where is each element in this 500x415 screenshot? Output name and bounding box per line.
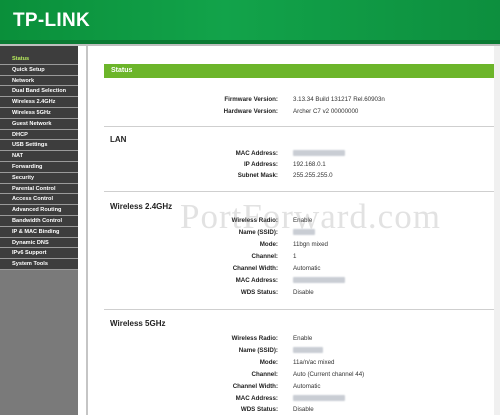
sidebar-item-wireless-2-4ghz[interactable]: Wireless 2.4GHz [0, 97, 78, 108]
redacted-ssid [293, 229, 315, 236]
w5-ssid-label: Name (SSID): [238, 347, 278, 354]
sidebar-item-nat[interactable]: NAT [0, 151, 78, 162]
w5-radio-value: Enable [293, 335, 313, 342]
w24-mac-label: MAC Address: [235, 277, 278, 284]
section-separator [104, 309, 496, 310]
w24-mode-row: Mode: 11bgn mixed [88, 241, 500, 250]
sidebar-item-security[interactable]: Security [0, 172, 78, 184]
lan-ip-row: IP Address: 192.168.0.1 [88, 161, 500, 170]
w24-mac-value [293, 277, 345, 284]
firmware-row: Firmware Version: 3.13.34 Build 131217 R… [88, 96, 500, 105]
sidebar-item-dynamic-dns[interactable]: Dynamic DNS [0, 237, 78, 249]
w24-wds-row: WDS Status: Disable [88, 289, 500, 298]
w5-mac-label: MAC Address: [235, 395, 278, 402]
w5-channel-row: Channel: Auto (Current channel 44) [88, 371, 500, 380]
w5-ssid-row: Name (SSID): [88, 347, 500, 356]
lan-subnet-label: Subnet Mask: [237, 172, 278, 179]
status-title-bar: Status [104, 64, 496, 78]
sidebar-item-access-control[interactable]: Access Control [0, 194, 78, 206]
w5-radio-row: Wireless Radio: Enable [88, 335, 500, 344]
w24-mode-label: Mode: [259, 241, 278, 248]
w24-channel-label: Channel: [251, 253, 278, 260]
firmware-label: Firmware Version: [224, 96, 278, 103]
w24-radio-label: Wireless Radio: [231, 217, 278, 224]
sidebar-item-guest-network[interactable]: Guest Network [0, 118, 78, 130]
sidebar-item-usb-settings[interactable]: USB Settings [0, 140, 78, 152]
sidebar-item-bandwidth-control[interactable]: Bandwidth Control [0, 215, 78, 227]
w5-mac-value [293, 395, 345, 402]
lan-ip-value: 192.168.0.1 [293, 161, 326, 168]
w5-wds-label: WDS Status: [240, 406, 278, 413]
w24-ssid-value [293, 229, 315, 236]
w24-wds-value: Disable [293, 289, 314, 296]
redacted-ssid [293, 347, 323, 354]
w5-mode-label: Mode: [259, 359, 278, 366]
status-title: Status [111, 67, 133, 74]
lan-mac-value [293, 150, 345, 157]
sidebar-item-network[interactable]: Network [0, 75, 78, 87]
w24-ssid-label: Name (SSID): [238, 229, 278, 236]
w5-mac-row: MAC Address: [88, 395, 500, 404]
w24-radio-row: Wireless Radio: Enable [88, 217, 500, 226]
lan-subnet-value: 255.255.255.0 [293, 172, 333, 179]
sidebar-item-dual-band-selection[interactable]: Dual Band Selection [0, 86, 78, 98]
sidebar-item-ip-mac-binding[interactable]: IP & MAC Binding [0, 226, 78, 238]
w5-mode-row: Mode: 11a/n/ac mixed [88, 359, 500, 368]
sidebar-item-wireless-5ghz[interactable]: Wireless 5GHz [0, 107, 78, 119]
redacted-mac-address [293, 277, 345, 284]
w24-width-label: Channel Width: [232, 265, 278, 272]
hardware-row: Hardware Version: Archer C7 v2 00000000 [88, 108, 500, 117]
w24-width-row: Channel Width: Automatic [88, 265, 500, 274]
scrollbar[interactable] [494, 46, 500, 415]
w24-mode-value: 11bgn mixed [293, 241, 328, 248]
sidebar-item-forwarding[interactable]: Forwarding [0, 161, 78, 173]
lan-ip-label: IP Address: [243, 161, 278, 168]
w5-wds-row: WDS Status: Disable [88, 406, 500, 415]
lan-subnet-row: Subnet Mask: 255.255.255.0 [88, 172, 500, 181]
hardware-label: Hardware Version: [223, 108, 278, 115]
w24-wds-label: WDS Status: [240, 289, 278, 296]
w5-channel-label: Channel: [251, 371, 278, 378]
firmware-value: 3.13.34 Build 131217 Rel.60903n [293, 96, 385, 103]
sidebar-item-system-tools[interactable]: System Tools [0, 259, 78, 270]
w5-width-label: Channel Width: [232, 383, 278, 390]
lan-mac-row: MAC Address: [88, 150, 500, 159]
w5-radio-label: Wireless Radio: [231, 335, 278, 342]
w24-radio-value: Enable [293, 217, 313, 224]
header-banner: TP-LINK [0, 0, 500, 44]
sidebar-item-quick-setup[interactable]: Quick Setup [0, 64, 78, 76]
w24-mac-row: MAC Address: [88, 277, 500, 286]
w5-width-row: Channel Width: Automatic [88, 383, 500, 392]
sidebar-spacer [0, 46, 78, 54]
sidebar-menu: Status Quick Setup Network Dual Band Select… [0, 46, 78, 270]
w24-ssid-row: Name (SSID): [88, 229, 500, 238]
hardware-value: Archer C7 v2 00000000 [293, 108, 359, 115]
sidebar: Status Quick Setup Network Dual Band Select… [0, 46, 78, 415]
sidebar-item-ipv6-support[interactable]: IPv6 Support [0, 248, 78, 260]
w24-channel-value: 1 [293, 253, 297, 260]
brand-logo: TP-LINK [13, 10, 91, 31]
section-separator [104, 191, 496, 192]
sidebar-item-status[interactable]: Status [0, 54, 78, 65]
lan-title: LAN [110, 135, 127, 144]
wireless5-title: Wireless 5GHz [110, 319, 166, 328]
w5-ssid-value [293, 347, 323, 354]
redacted-mac-address [293, 395, 345, 402]
sidebar-item-advanced-routing[interactable]: Advanced Routing [0, 205, 78, 216]
main-content: Status Firmware Version: 3.13.34 Build 1… [88, 46, 500, 415]
wireless24-title: Wireless 2.4GHz [110, 202, 173, 211]
sidebar-item-parental-control[interactable]: Parental Control [0, 183, 78, 195]
section-separator [104, 126, 496, 127]
w5-channel-value: Auto (Current channel 44) [293, 371, 365, 378]
w5-width-value: Automatic [293, 383, 321, 390]
w24-width-value: Automatic [293, 265, 321, 272]
sidebar-item-dhcp[interactable]: DHCP [0, 129, 78, 141]
w5-wds-value: Disable [293, 406, 314, 413]
w5-mode-value: 11a/n/ac mixed [293, 359, 335, 366]
redacted-mac-address [293, 150, 345, 157]
w24-channel-row: Channel: 1 [88, 253, 500, 262]
lan-mac-label: MAC Address: [235, 150, 278, 157]
